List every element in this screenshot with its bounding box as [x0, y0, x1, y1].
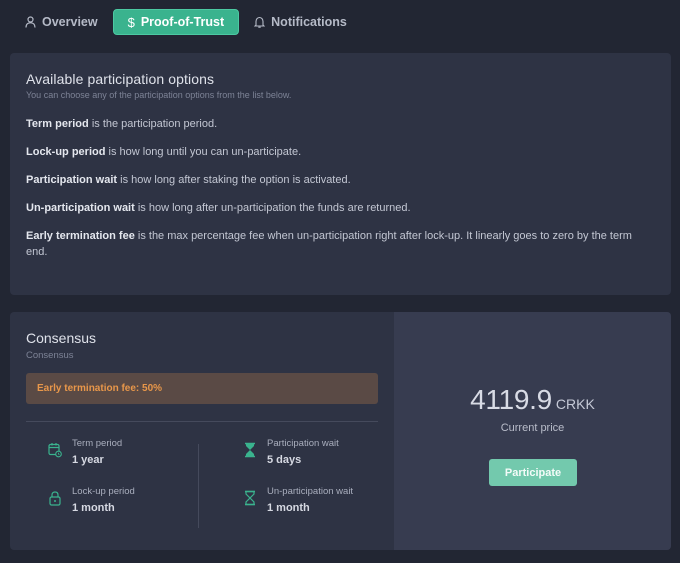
hourglass-filled-icon [243, 442, 257, 458]
consensus-title: Consensus [26, 330, 97, 346]
tab-overview-label: Overview [42, 15, 98, 29]
current-price-label: Current price [500, 422, 565, 434]
tab-notifications[interactable]: Notifications [247, 9, 354, 35]
current-price-value: 4119.9 [470, 384, 552, 415]
tab-notifications-label: Notifications [271, 15, 347, 29]
vertical-divider [198, 444, 199, 528]
definition-term-period: Term period is the participation period. [26, 118, 218, 130]
consensus-card: Consensus Consensus Early termination fe… [10, 312, 671, 550]
dollar-icon: $ [127, 14, 135, 30]
unparticipation-wait-item: Un-participation wait 1 month [243, 486, 353, 514]
early-termination-fee-banner: Early termination fee: 50% [26, 373, 378, 404]
options-subtitle: You can choose any of the participation … [26, 90, 292, 100]
participation-wait-label: Participation wait [267, 438, 339, 449]
lockup-period-label: Lock-up period [72, 486, 135, 497]
unparticipation-wait-label: Un-participation wait [267, 486, 354, 497]
definition-early-termination-fee: Early termination fee is the max percent… [26, 230, 632, 258]
term-period-item: Term period 1 year [48, 438, 122, 466]
definition-lockup-period: Lock-up period is how long until you can… [26, 146, 302, 158]
hourglass-icon [243, 490, 257, 506]
term-period-value: 1 year [72, 454, 104, 466]
participation-wait-value: 5 days [267, 454, 302, 466]
calendar-clock-icon [48, 442, 62, 458]
lockup-period-item: Lock-up period 1 month [48, 486, 135, 514]
consensus-details: Consensus Consensus Early termination fe… [10, 312, 394, 550]
tab-overview[interactable]: Overview [18, 9, 105, 35]
participation-options-card: Available participation options You can … [10, 53, 671, 295]
definition-unparticipation-wait: Un-participation wait is how long after … [26, 202, 411, 214]
tab-proof-of-trust-label: Proof-of-Trust [140, 15, 225, 29]
term-period-label: Term period [72, 438, 123, 449]
lockup-period-value: 1 month [72, 502, 115, 514]
definition-participation-wait: Participation wait is how long after sta… [26, 174, 351, 186]
price-display: 4119.9 CRKK [394, 384, 671, 416]
participation-wait-item: Participation wait 5 days [243, 438, 339, 466]
unparticipation-wait-value: 1 month [267, 502, 310, 514]
user-icon [25, 16, 36, 28]
bell-icon [254, 16, 266, 28]
participate-button[interactable]: Participate [489, 459, 577, 486]
lock-icon [48, 490, 62, 506]
options-title: Available participation options [26, 71, 215, 87]
price-panel: 4119.9 CRKK Current price Participate [394, 312, 671, 550]
definitions-list: Term period is the participation period.… [26, 116, 655, 260]
tab-bar: Overview $ Proof-of-Trust Notifications [18, 9, 354, 35]
currency-label: CRKK [555, 396, 595, 412]
tab-proof-of-trust[interactable]: $ Proof-of-Trust [112, 9, 240, 35]
divider [26, 421, 378, 422]
consensus-subtitle: Consensus [26, 350, 74, 361]
